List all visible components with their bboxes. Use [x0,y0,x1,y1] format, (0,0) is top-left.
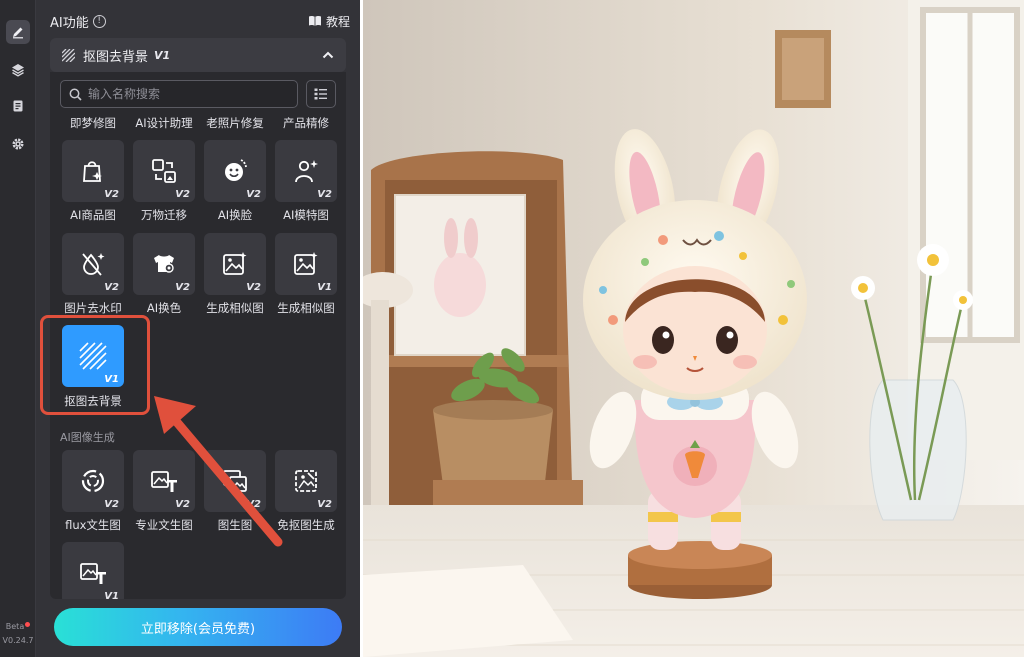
face-swap-icon [225,159,247,181]
similar-image-icon [223,252,247,275]
tool-label: flux文生图 [65,518,121,532]
similar-image-icon [294,252,318,275]
list-view-icon [314,88,327,100]
tool-object-transfer[interactable]: V2 [133,140,195,202]
watermark-remove-icon [82,253,105,276]
tool-label: AI换色 [146,301,182,315]
tool-ai-model[interactable]: V2 [275,140,337,202]
tutorial-link[interactable]: 教程 [308,13,350,30]
shopping-bag-sparkle-icon [83,161,102,182]
felt-bunny-doll-image [363,0,1024,657]
settings-gear-icon[interactable] [6,132,30,156]
cutout-stripes-icon [62,48,75,62]
book-icon [308,16,321,26]
panel-header: AI功能 ! 教程 [50,10,350,32]
tool-label: 生成相似图 [206,301,264,315]
tool-ai-recolor[interactable]: V2 [133,233,195,295]
model-sparkle-icon [295,160,318,183]
version-label: V0.24.7 [2,636,34,645]
section-header-cutout[interactable]: 抠图去背景 V1 [50,38,346,72]
tool-label: AI换脸 [217,208,253,222]
layers-icon[interactable] [6,58,30,82]
tool-version: V2 [104,189,119,200]
highlight-box [40,315,150,415]
beta-dot [25,622,31,627]
tool-version: V1 [104,591,119,599]
search-input[interactable] [88,87,288,101]
section-version: V1 [154,48,171,62]
tool-label: AI商品图 [70,208,116,222]
tool-label-design-assistant[interactable]: AI设计助理 [131,115,197,131]
tool-label: 图片去水印 [64,301,122,315]
tool-text-to-image-v1[interactable]: V1 [62,542,124,599]
tool-flux-text-to-image[interactable]: V2 [62,450,124,512]
tool-version: V2 [246,189,261,200]
tool-label-photo-restore[interactable]: 老照片修复 [202,115,268,131]
search-box[interactable] [60,80,298,108]
tool-similar-image-v2[interactable]: V2 [204,233,266,295]
tool-version: V2 [175,282,190,293]
tool-label: 生成相似图 [277,301,335,315]
group-label-image-generation: AI图像生成 [60,431,115,444]
preview-image [363,0,1024,657]
transfer-image-icon [152,159,176,183]
swirl-icon [81,469,105,493]
image-cutout-icon [295,470,317,492]
tool-version: V2 [175,189,190,200]
tool-label-product-retouch[interactable]: 产品精修 [273,115,339,131]
tool-version: V2 [317,499,332,510]
tool-version: V2 [104,282,119,293]
list-view-toggle[interactable] [306,80,336,108]
shirt-recolor-icon [154,255,174,273]
tool-ai-product-image[interactable]: V2 [62,140,124,202]
tool-label: AI模特图 [283,208,329,222]
image-text-icon [80,563,106,584]
tool-similar-image-v1[interactable]: V1 [275,233,337,295]
notes-icon[interactable] [6,94,30,118]
section-title: 抠图去背景 [83,49,149,65]
panel-title: AI功能 [50,15,89,31]
tool-label: 万物迁移 [141,208,187,222]
tool-version: V2 [317,189,332,200]
tool-version: V1 [317,282,332,293]
tool-version: V2 [246,282,261,293]
left-rail: Beta V0.24.7 [0,0,36,657]
info-icon[interactable]: ! [92,14,106,28]
tool-version: V2 [104,499,119,510]
tool-label-dreamina[interactable]: 即梦修图 [60,115,126,131]
tutorial-label: 教程 [325,14,350,29]
search-icon [69,88,82,101]
tool-face-swap[interactable]: V2 [204,140,266,202]
beta-label: Beta [0,622,36,631]
tool-watermark-remove[interactable]: V2 [62,233,124,295]
annotation-arrow-icon [154,396,283,547]
remove-now-button[interactable]: 立即移除(会员免费) [54,608,342,646]
chevron-up-icon[interactable] [322,51,334,59]
edit-pen-icon[interactable] [6,20,30,44]
